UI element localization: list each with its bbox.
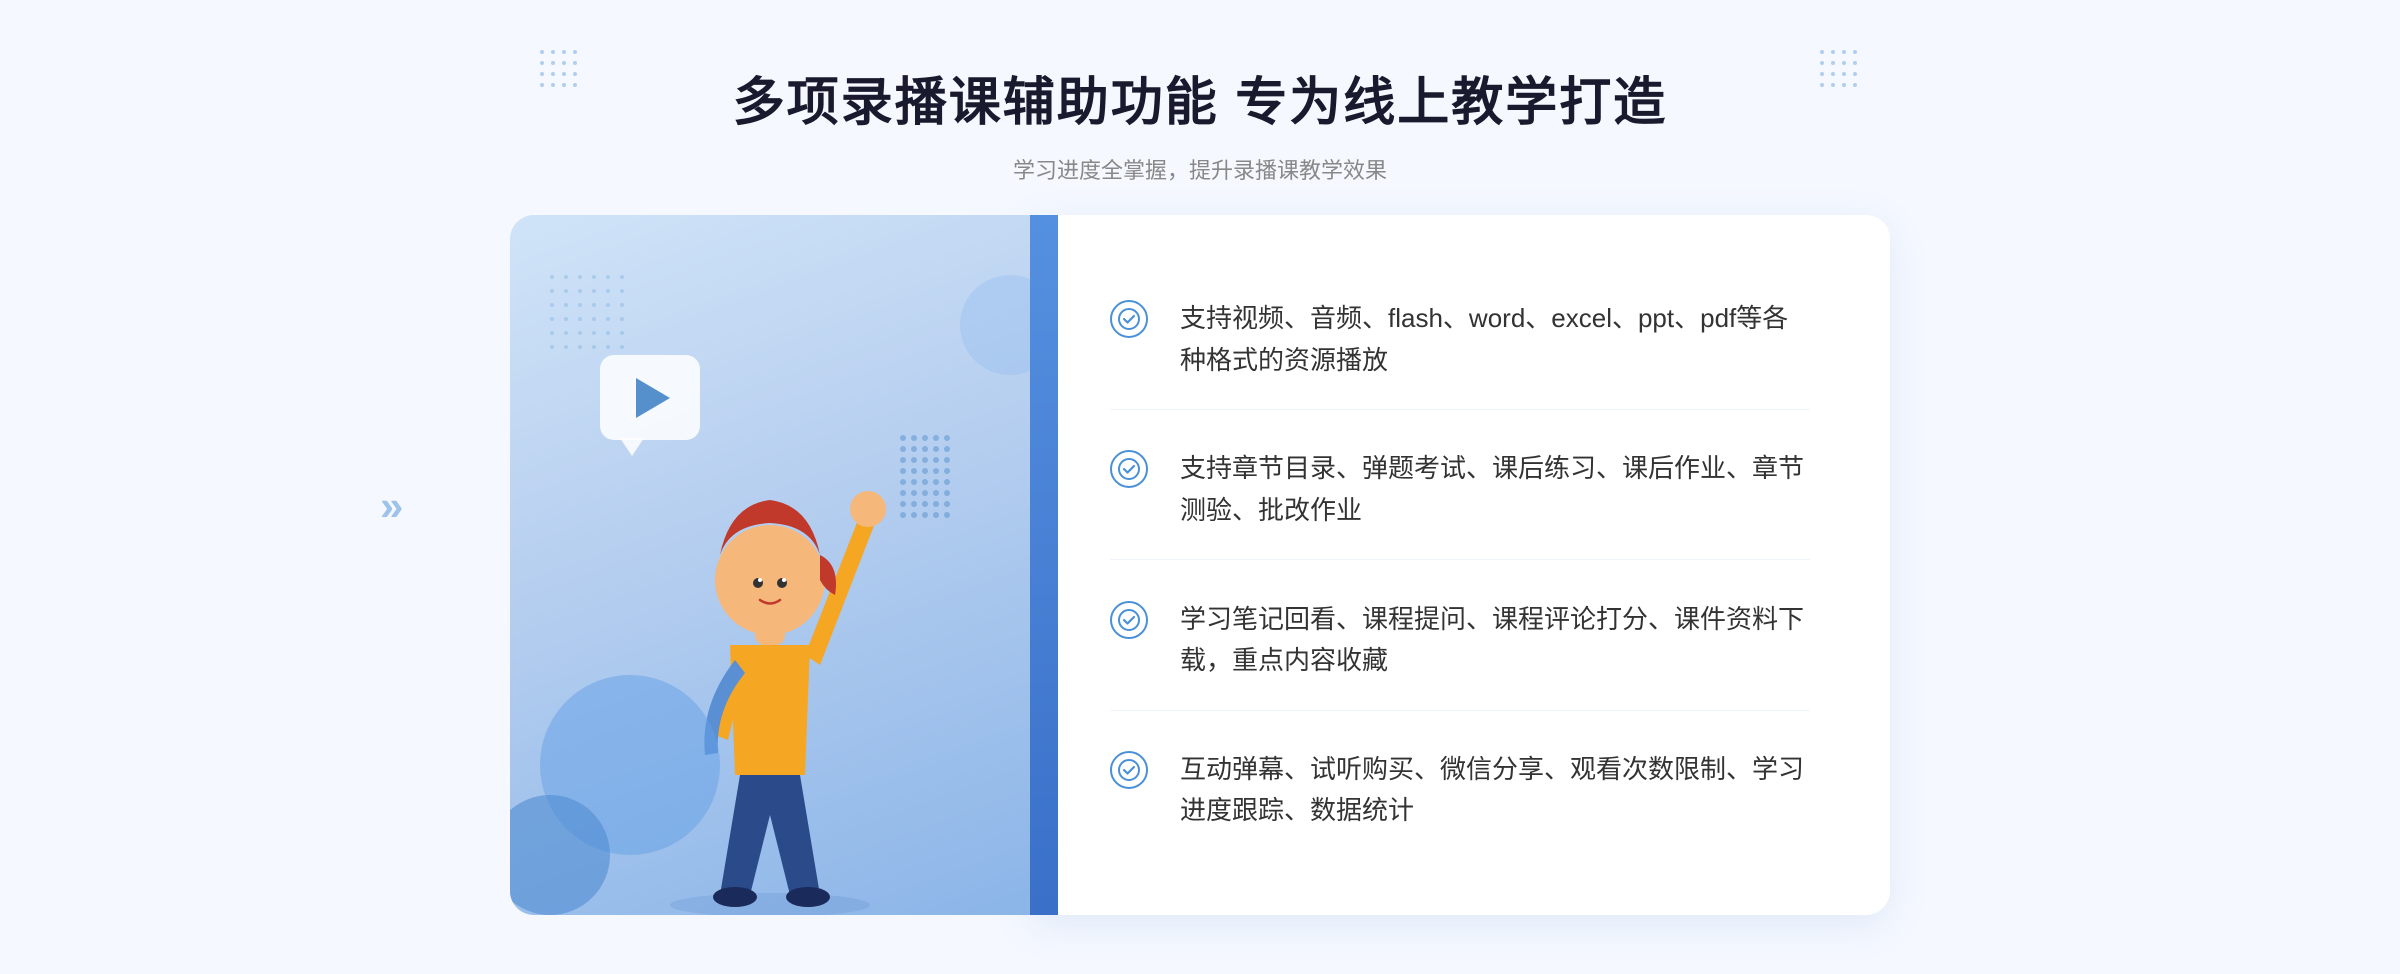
- chevron-left-decoration: »: [380, 482, 403, 530]
- feature-item-1: 支持视频、音频、flash、word、excel、ppt、pdf等各种格式的资源…: [1110, 270, 1810, 410]
- feature-text-4: 互动弹幕、试听购买、微信分享、观看次数限制、学习进度跟踪、数据统计: [1180, 749, 1810, 832]
- feature-item-3: 学习笔记回看、课程提问、课程评论打分、课件资料下载，重点内容收藏: [1110, 571, 1810, 711]
- feature-text-1: 支持视频、音频、flash、word、excel、ppt、pdf等各种格式的资源…: [1180, 298, 1810, 381]
- check-icon-4: [1110, 751, 1148, 789]
- blue-connector: [1030, 215, 1058, 915]
- main-title: 多项录播课辅助功能 专为线上教学打造: [733, 60, 1667, 135]
- page-container: 多项录播课辅助功能 专为线上教学打造 学习进度全掌握，提升录播课教学效果: [0, 0, 2400, 974]
- feature-text-3: 学习笔记回看、课程提问、课程评论打分、课件资料下载，重点内容收藏: [1180, 599, 1810, 682]
- circle-decoration-top-right: [960, 275, 1030, 375]
- sub-title: 学习进度全掌握，提升录播课教学效果: [733, 153, 1667, 185]
- header-section: 多项录播课辅助功能 专为线上教学打造 学习进度全掌握，提升录播课教学效果: [733, 0, 1667, 185]
- check-icon-1: [1110, 300, 1148, 338]
- check-icon-3: [1110, 601, 1148, 639]
- check-circle-2: [1110, 450, 1148, 488]
- dots-decoration-left: [540, 50, 580, 90]
- check-circle-3: [1110, 601, 1148, 639]
- check-circle-4: [1110, 751, 1148, 789]
- content-area: 支持视频、音频、flash、word、excel、ppt、pdf等各种格式的资源…: [510, 215, 1890, 915]
- illustration-card: [510, 215, 1030, 915]
- check-circle-1: [1110, 300, 1148, 338]
- check-icon-2: [1110, 450, 1148, 488]
- dots-pattern-illustration: [550, 275, 628, 353]
- feature-text-2: 支持章节目录、弹题考试、课后练习、课后作业、章节测验、批改作业: [1180, 448, 1810, 531]
- dots-decoration-right: [1820, 50, 1860, 90]
- feature-item-4: 互动弹幕、试听购买、微信分享、观看次数限制、学习进度跟踪、数据统计: [1110, 721, 1810, 860]
- feature-item-2: 支持章节目录、弹题考试、课后练习、课后作业、章节测验、批改作业: [1110, 420, 1810, 560]
- features-card: 支持视频、音频、flash、word、excel、ppt、pdf等各种格式的资源…: [1030, 215, 1890, 915]
